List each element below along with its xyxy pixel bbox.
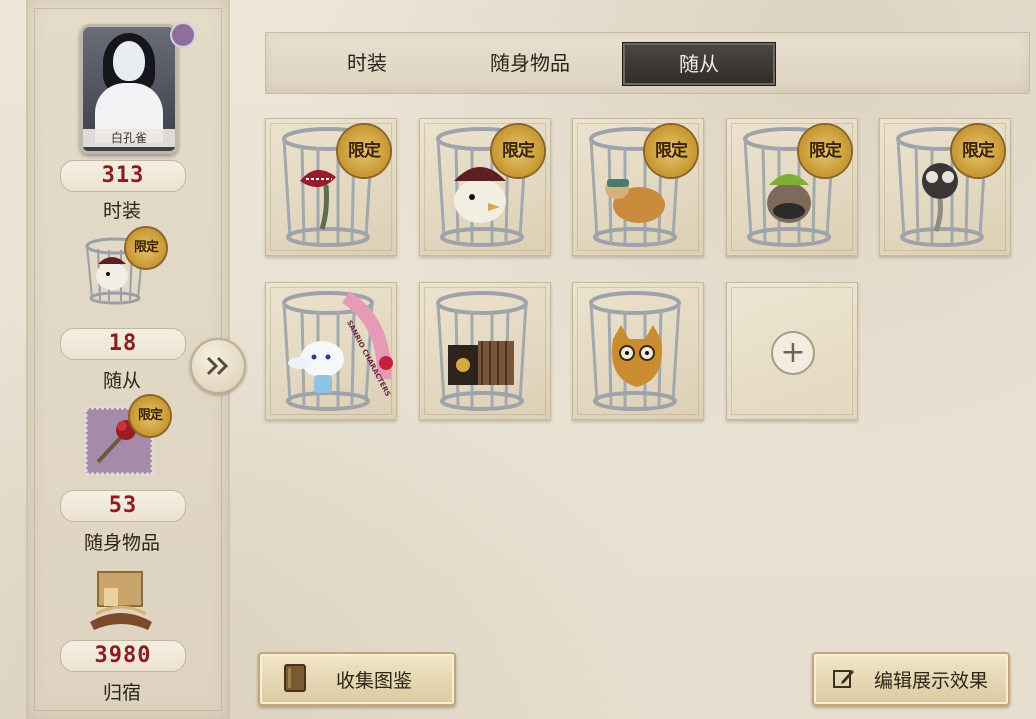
residence-label: 归宿: [102, 682, 141, 704]
character-portrait[interactable]: 白孔雀: [80, 24, 178, 154]
follower-card[interactable]: 限定: [572, 118, 704, 256]
collection-guide-label: 收集图鉴: [336, 669, 413, 692]
edit-icon: [833, 670, 854, 688]
portrait-face: [113, 41, 145, 81]
character-name: 白孔雀: [83, 129, 175, 147]
limited-badge: 限定: [126, 228, 166, 268]
book-icon: [284, 664, 306, 692]
collection-guide-button[interactable]: 收集图鉴: [258, 652, 456, 706]
limited-badge: 限定: [952, 125, 1004, 177]
limited-badge: 限定: [492, 125, 544, 177]
costume-label: 时装: [102, 200, 141, 222]
item-count: 53: [60, 490, 186, 522]
tab-follower[interactable]: 随从: [622, 42, 776, 86]
follower-card[interactable]: 限定: [419, 118, 551, 256]
caged-cinnamoroll-icon: [282, 291, 393, 411]
residence-count: 3980: [60, 640, 186, 672]
tab-costume[interactable]: 时装: [291, 42, 443, 84]
limited-badge: 限定: [130, 396, 170, 436]
follower-card[interactable]: 限定: [265, 118, 397, 256]
limited-badge: 限定: [338, 125, 390, 177]
tab-accessory[interactable]: 随身物品: [454, 42, 606, 84]
edit-display-button[interactable]: 编辑展示效果: [812, 652, 1010, 706]
follower-card[interactable]: [572, 282, 704, 420]
residence-icon[interactable]: [84, 564, 158, 638]
category-tabbar: 时装 随身物品 随从: [265, 32, 1030, 94]
item-label: 随身物品: [83, 532, 160, 554]
follower-label: 随从: [102, 370, 141, 392]
costume-count: 313: [60, 160, 186, 192]
follower-card[interactable]: [419, 282, 551, 420]
double-chevron-right-icon: [206, 356, 229, 376]
rarity-badge-icon: [170, 22, 196, 48]
limited-badge: 限定: [645, 125, 697, 177]
expand-sidebar-button[interactable]: [190, 338, 246, 394]
caged-cat-icon: [589, 291, 681, 411]
limited-badge: 限定: [799, 125, 851, 177]
follower-card[interactable]: 限定: [726, 118, 858, 256]
follower-card[interactable]: 限定: [879, 118, 1011, 256]
follower-count: 18: [60, 328, 186, 360]
add-follower-slot[interactable]: +: [726, 282, 858, 420]
caged-accordion-icon: [436, 291, 528, 411]
plus-icon: +: [771, 331, 815, 375]
follower-card[interactable]: SANRIO CHARACTERS: [265, 282, 397, 420]
edit-display-label: 编辑展示效果: [874, 669, 989, 692]
